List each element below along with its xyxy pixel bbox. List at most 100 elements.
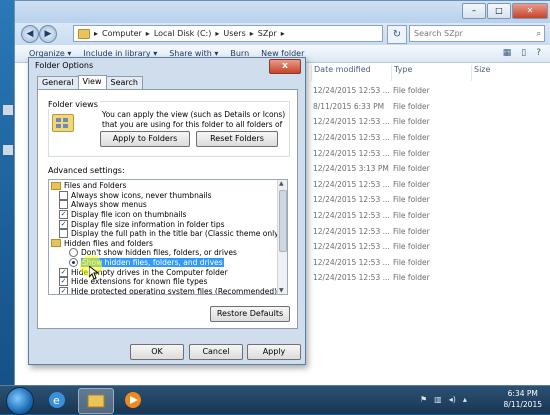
- row-date-modified: 12/24/2015 12:53 ...: [313, 226, 390, 236]
- ie-taskbar-icon[interactable]: e: [40, 388, 74, 412]
- breadcrumb-user[interactable]: SZpr: [258, 29, 277, 38]
- tab-search[interactable]: Search: [105, 76, 143, 89]
- restore-defaults-button[interactable]: Restore Defaults: [210, 306, 290, 322]
- scroll-up-icon[interactable]: ▲: [279, 180, 284, 187]
- cancel-button[interactable]: Cancel: [189, 344, 243, 360]
- maximize-button[interactable]: □: [487, 3, 511, 19]
- minimize-button[interactable]: –: [462, 3, 486, 19]
- breadcrumb-users[interactable]: Users: [223, 29, 245, 38]
- row-type: File folder: [393, 226, 430, 236]
- tab-view[interactable]: View: [77, 75, 107, 89]
- row-type: File folder: [393, 195, 430, 205]
- row-date-modified: 12/24/2015 12:53 ...: [313, 86, 390, 96]
- folder-icon: [78, 28, 90, 39]
- row-type: File folder: [393, 133, 430, 143]
- preview-pane-icon[interactable]: ▯: [521, 48, 526, 58]
- settings-scrollbar[interactable]: ▲ ▼: [277, 180, 287, 294]
- checkbox[interactable]: ✓: [59, 267, 68, 277]
- back-button[interactable]: ◀: [21, 25, 39, 43]
- explorer-taskbar-icon[interactable]: [78, 388, 114, 414]
- table-row[interactable]: 12/24/2015 12:53 ... File folder: [311, 255, 550, 271]
- help-icon[interactable]: ?: [536, 48, 541, 58]
- radio-button[interactable]: [69, 248, 78, 258]
- checkbox[interactable]: [59, 229, 68, 239]
- column-headers: Date modified Type Size: [311, 65, 550, 81]
- action-center-icon[interactable]: ⚑: [420, 395, 427, 404]
- advanced-settings-list[interactable]: Files and Folders Always show icons, neve…: [48, 179, 288, 295]
- start-button[interactable]: [6, 387, 34, 415]
- system-tray: ⚑ ▥ ◂) ▴: [420, 395, 467, 404]
- table-row[interactable]: 12/24/2015 12:53 ... File folder: [311, 177, 550, 193]
- scroll-down-icon[interactable]: ▼: [279, 287, 284, 294]
- row-date-modified: 8/11/2015 6:33 PM: [313, 101, 385, 111]
- table-row[interactable]: 12/24/2015 12:53 ... File folder: [311, 145, 550, 161]
- setting-label: Display file size information in folder …: [71, 219, 225, 229]
- row-date-modified: 12/24/2015 12:53 ...: [313, 242, 390, 252]
- row-type: File folder: [393, 164, 430, 174]
- setting-item[interactable]: Always show menus: [51, 200, 287, 210]
- media-player-taskbar-icon[interactable]: [116, 388, 150, 412]
- scrollbar-thumb[interactable]: [279, 190, 287, 252]
- breadcrumb-computer[interactable]: Computer: [102, 29, 142, 38]
- table-row[interactable]: 12/24/2015 12:53 ... File folder: [311, 239, 550, 255]
- checkbox[interactable]: ✓: [59, 210, 68, 220]
- table-row[interactable]: 12/24/2015 12:53 ... File folder: [311, 192, 550, 208]
- forward-button[interactable]: ▶: [39, 25, 57, 43]
- dialog-close-button[interactable]: x: [269, 59, 301, 74]
- row-date-modified: 12/24/2015 12:53 ...: [313, 179, 390, 189]
- address-bar[interactable]: ▸ Computer ▸ Local Disk (C:) ▸ Users ▸ S…: [73, 25, 383, 42]
- ok-button[interactable]: OK: [130, 344, 184, 360]
- setting-label: Always show icons, never thumbnails: [71, 190, 212, 200]
- show-hidden-icons[interactable]: ▴: [463, 395, 467, 404]
- folder-views-icon: [52, 114, 74, 132]
- table-row[interactable]: 12/24/2015 3:13 PM File folder: [311, 161, 550, 177]
- checkbox[interactable]: [59, 190, 68, 200]
- apply-button[interactable]: Apply: [247, 344, 301, 360]
- checkbox[interactable]: ✓: [59, 286, 68, 294]
- checkbox[interactable]: [59, 200, 68, 210]
- radio-button[interactable]: [69, 258, 78, 268]
- row-type: File folder: [393, 211, 430, 221]
- checkbox[interactable]: ✓: [59, 277, 68, 287]
- row-date-modified: 12/24/2015 3:13 PM: [313, 164, 389, 174]
- setting-item[interactable]: Files and Folders: [51, 181, 287, 191]
- row-date-modified: 12/24/2015 12:53 ...: [313, 195, 390, 205]
- column-date-modified[interactable]: Date modified: [311, 65, 391, 81]
- close-button[interactable]: ✕: [512, 3, 548, 19]
- breadcrumb-disk[interactable]: Local Disk (C:): [154, 29, 212, 38]
- volume-icon[interactable]: ◂): [449, 395, 456, 404]
- setting-item[interactable]: ✓ Hide extensions for known file types: [51, 277, 287, 287]
- view-options-icon[interactable]: ▦: [503, 48, 512, 58]
- row-type: File folder: [393, 257, 430, 267]
- search-input[interactable]: Search SZpr ⌕: [409, 25, 545, 42]
- column-size[interactable]: Size: [471, 65, 550, 81]
- table-row[interactable]: 12/24/2015 12:53 ... File folder: [311, 83, 550, 99]
- desktop-icon[interactable]: [3, 145, 13, 155]
- table-row[interactable]: 12/24/2015 12:53 ... File folder: [311, 208, 550, 224]
- column-type[interactable]: Type: [391, 65, 471, 81]
- tab-general[interactable]: General: [37, 76, 79, 89]
- table-row[interactable]: 8/11/2015 6:33 PM File folder: [311, 99, 550, 115]
- checkbox[interactable]: ✓: [59, 219, 68, 229]
- table-row[interactable]: 12/24/2015 12:53 ... File folder: [311, 114, 550, 130]
- table-row[interactable]: 12/24/2015 12:53 ... File folder: [311, 130, 550, 146]
- desktop-icon[interactable]: [3, 105, 13, 115]
- row-type: File folder: [393, 148, 430, 158]
- refresh-icon[interactable]: ↻: [387, 25, 407, 44]
- network-icon[interactable]: ▥: [434, 395, 442, 404]
- setting-item[interactable]: Display the full path in the title bar (…: [51, 229, 287, 239]
- table-row[interactable]: 12/24/2015 12:53 ... File folder: [311, 223, 550, 239]
- setting-item[interactable]: Hidden files and folders: [51, 239, 287, 249]
- setting-label: Always show menus: [71, 200, 147, 210]
- setting-item[interactable]: ✓ Display file icon on thumbnails: [51, 210, 287, 220]
- setting-label: Hidden files and folders: [64, 238, 153, 248]
- setting-item[interactable]: ✓ Display file size information in folder…: [51, 219, 287, 229]
- setting-item[interactable]: Always show icons, never thumbnails: [51, 190, 287, 201]
- setting-label: Show hidden files, folders, and drives: [81, 258, 224, 268]
- setting-item[interactable]: ✓ Hide protected operating system files (…: [51, 286, 287, 294]
- reset-folders-button[interactable]: Reset Folders: [196, 131, 278, 147]
- clock[interactable]: 6:34 PM 8/11/2015: [504, 388, 542, 410]
- table-row[interactable]: 12/24/2015 12:53 ... File folder: [311, 270, 550, 286]
- apply-to-folders-button[interactable]: Apply to Folders: [100, 131, 190, 147]
- row-type: File folder: [393, 86, 430, 96]
